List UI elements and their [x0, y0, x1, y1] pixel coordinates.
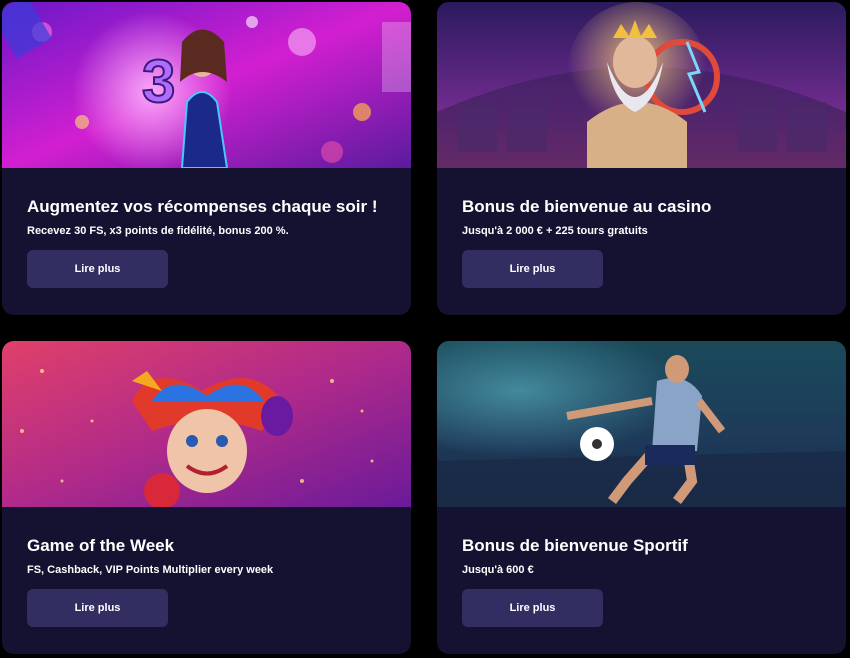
dancer-with-number-3-image[interactable]: 3	[2, 2, 411, 168]
promo-card-sports-welcome[interactable]: Bonus de bienvenue Sportif Jusqu'à 600 €…	[437, 341, 846, 654]
promo-subtitle: Recevez 30 FS, x3 points de fidélité, bo…	[27, 225, 289, 237]
promo-card-game-of-the-week[interactable]: Game of the Week FS, Cashback, VIP Point…	[2, 341, 411, 654]
promo-card-nightly-rewards[interactable]: 3 Augmentez vos récompenses chaque soir …	[2, 2, 411, 315]
read-more-button[interactable]: Lire plus	[462, 250, 603, 288]
read-more-button[interactable]: Lire plus	[27, 250, 168, 288]
promo-card-casino-welcome[interactable]: Bonus de bienvenue au casino Jusqu'à 2 0…	[437, 2, 846, 315]
football-player-image[interactable]	[437, 341, 846, 507]
promo-subtitle: Jusqu'à 2 000 € + 225 tours gratuits	[462, 225, 648, 237]
zeus-casino-image[interactable]	[437, 2, 846, 168]
promo-title: Bonus de bienvenue au casino	[462, 197, 712, 216]
svg-text:3: 3	[142, 48, 175, 115]
read-more-button[interactable]: Lire plus	[27, 589, 168, 627]
promo-title: Game of the Week	[27, 536, 175, 555]
jester-fruits-image[interactable]	[2, 341, 411, 507]
promo-subtitle: FS, Cashback, VIP Points Multiplier ever…	[27, 564, 274, 576]
promo-title: Bonus de bienvenue Sportif	[462, 536, 688, 555]
promo-title: Augmentez vos récompenses chaque soir !	[27, 197, 378, 216]
promotions-grid: 3 Augmentez vos récompenses chaque soir …	[0, 0, 850, 658]
read-more-button[interactable]: Lire plus	[462, 589, 603, 627]
promo-subtitle: Jusqu'à 600 €	[462, 564, 534, 576]
